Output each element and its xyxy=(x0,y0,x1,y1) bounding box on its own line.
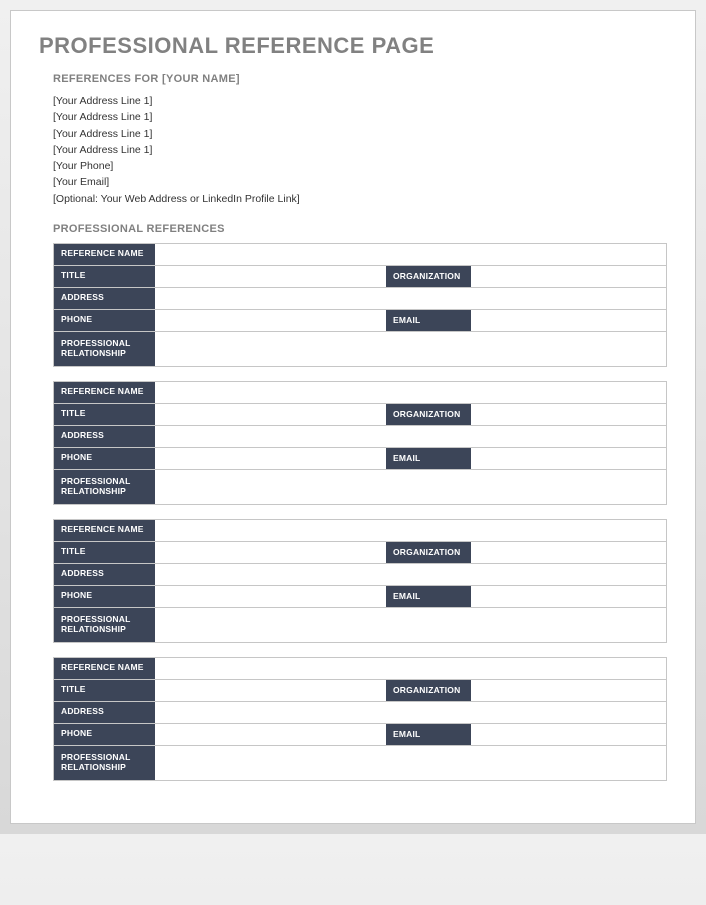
value-professional-relationship[interactable] xyxy=(155,746,666,780)
label-email: EMAIL xyxy=(386,448,471,469)
label-title: TITLE xyxy=(54,680,155,701)
label-email: EMAIL xyxy=(386,724,471,745)
section-heading: PROFESSIONAL REFERENCES xyxy=(53,223,667,235)
value-email[interactable] xyxy=(471,448,666,469)
reference-block: REFERENCE NAME TITLE ORGANIZATION ADDRES… xyxy=(53,381,667,505)
info-line: [Your Email] xyxy=(53,174,667,190)
label-email: EMAIL xyxy=(386,586,471,607)
value-organization[interactable] xyxy=(471,542,666,563)
label-organization: ORGANIZATION xyxy=(386,404,471,425)
value-reference-name[interactable] xyxy=(155,382,666,403)
label-phone: PHONE xyxy=(54,448,155,469)
label-title: TITLE xyxy=(54,542,155,563)
value-organization[interactable] xyxy=(471,266,666,287)
value-phone[interactable] xyxy=(155,310,386,331)
value-address[interactable] xyxy=(155,702,666,723)
value-phone[interactable] xyxy=(155,448,386,469)
references-for-heading: REFERENCES FOR [YOUR NAME] xyxy=(53,73,667,85)
reference-block: REFERENCE NAME TITLE ORGANIZATION ADDRES… xyxy=(53,519,667,643)
label-organization: ORGANIZATION xyxy=(386,266,471,287)
label-reference-name: REFERENCE NAME xyxy=(54,382,155,403)
info-line: [Your Phone] xyxy=(53,158,667,174)
label-phone: PHONE xyxy=(54,724,155,745)
label-professional-relationship: PROFESSIONAL RELATIONSHIP xyxy=(54,470,155,504)
label-professional-relationship: PROFESSIONAL RELATIONSHIP xyxy=(54,608,155,642)
value-professional-relationship[interactable] xyxy=(155,470,666,504)
document-page: PROFESSIONAL REFERENCE PAGE REFERENCES F… xyxy=(10,10,696,824)
reference-block: REFERENCE NAME TITLE ORGANIZATION ADDRES… xyxy=(53,657,667,781)
label-professional-relationship: PROFESSIONAL RELATIONSHIP xyxy=(54,332,155,366)
value-title[interactable] xyxy=(155,266,386,287)
label-address: ADDRESS xyxy=(54,564,155,585)
value-professional-relationship[interactable] xyxy=(155,332,666,366)
label-reference-name: REFERENCE NAME xyxy=(54,244,155,265)
label-phone: PHONE xyxy=(54,310,155,331)
label-title: TITLE xyxy=(54,266,155,287)
value-email[interactable] xyxy=(471,724,666,745)
value-organization[interactable] xyxy=(471,680,666,701)
label-reference-name: REFERENCE NAME xyxy=(54,520,155,541)
reference-block: REFERENCE NAME TITLE ORGANIZATION ADDRES… xyxy=(53,243,667,367)
value-phone[interactable] xyxy=(155,586,386,607)
your-info-block: [Your Address Line 1] [Your Address Line… xyxy=(53,93,667,207)
label-address: ADDRESS xyxy=(54,288,155,309)
value-reference-name[interactable] xyxy=(155,244,666,265)
info-line: [Your Address Line 1] xyxy=(53,142,667,158)
info-line: [Your Address Line 1] xyxy=(53,93,667,109)
info-line: [Optional: Your Web Address or LinkedIn … xyxy=(53,191,667,207)
label-reference-name: REFERENCE NAME xyxy=(54,658,155,679)
label-address: ADDRESS xyxy=(54,426,155,447)
value-title[interactable] xyxy=(155,542,386,563)
value-reference-name[interactable] xyxy=(155,520,666,541)
value-address[interactable] xyxy=(155,426,666,447)
page-title: PROFESSIONAL REFERENCE PAGE xyxy=(39,33,667,59)
info-line: [Your Address Line 1] xyxy=(53,126,667,142)
value-professional-relationship[interactable] xyxy=(155,608,666,642)
label-organization: ORGANIZATION xyxy=(386,680,471,701)
label-email: EMAIL xyxy=(386,310,471,331)
value-organization[interactable] xyxy=(471,404,666,425)
value-title[interactable] xyxy=(155,404,386,425)
value-title[interactable] xyxy=(155,680,386,701)
value-address[interactable] xyxy=(155,564,666,585)
value-reference-name[interactable] xyxy=(155,658,666,679)
value-phone[interactable] xyxy=(155,724,386,745)
label-organization: ORGANIZATION xyxy=(386,542,471,563)
value-email[interactable] xyxy=(471,586,666,607)
label-professional-relationship: PROFESSIONAL RELATIONSHIP xyxy=(54,746,155,780)
value-address[interactable] xyxy=(155,288,666,309)
label-phone: PHONE xyxy=(54,586,155,607)
value-email[interactable] xyxy=(471,310,666,331)
label-address: ADDRESS xyxy=(54,702,155,723)
info-line: [Your Address Line 1] xyxy=(53,109,667,125)
label-title: TITLE xyxy=(54,404,155,425)
